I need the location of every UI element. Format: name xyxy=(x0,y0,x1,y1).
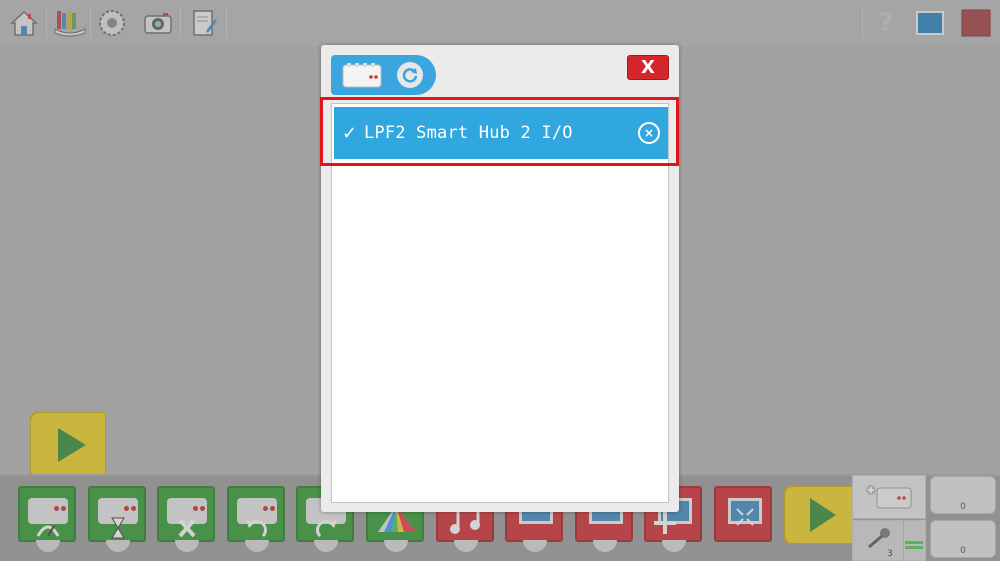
hub-tab[interactable] xyxy=(331,55,436,95)
refresh-icon[interactable] xyxy=(397,62,423,88)
close-icon: X xyxy=(641,57,655,78)
close-dialog-button[interactable]: X xyxy=(627,55,669,80)
highlight-frame xyxy=(320,97,679,166)
hub-icon xyxy=(342,63,382,88)
